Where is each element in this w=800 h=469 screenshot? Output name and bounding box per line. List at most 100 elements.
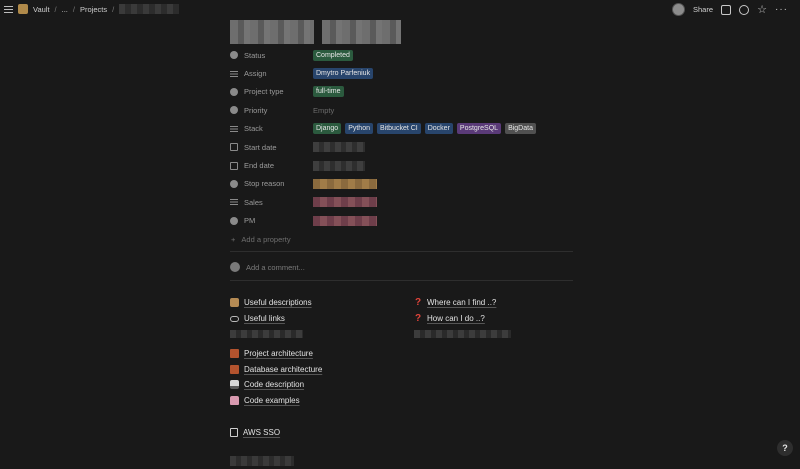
- avatar[interactable]: [671, 3, 685, 16]
- property-label: Stack: [244, 124, 263, 134]
- breadcrumb-separator: /: [112, 4, 115, 14]
- breadcrumb: Vault / ... / Projects /: [18, 4, 180, 14]
- start-date-value[interactable]: [313, 142, 365, 153]
- link-database-architecture[interactable]: Database architecture: [230, 362, 322, 378]
- property-label: Start date: [244, 142, 277, 152]
- status-tag[interactable]: Completed: [313, 49, 353, 61]
- property-sales[interactable]: Sales: [230, 193, 575, 211]
- end-date-value[interactable]: [313, 160, 365, 171]
- breadcrumb-projects[interactable]: Projects: [80, 5, 107, 14]
- link-project-architecture[interactable]: Project architecture: [230, 346, 322, 362]
- top-actions: Share ☆ ···: [671, 3, 788, 16]
- stack-tag[interactable]: Bitbucket CI: [376, 123, 421, 135]
- link-code-description[interactable]: Code description: [230, 377, 322, 393]
- history-icon[interactable]: [739, 4, 749, 15]
- property-label: Priority: [244, 105, 268, 115]
- question-icon: ?: [414, 296, 422, 308]
- add-property-label: Add a property: [241, 235, 291, 245]
- link-how-can-i-do[interactable]: ? How can I do ..?: [414, 311, 511, 328]
- divider: [230, 280, 573, 281]
- property-start-date[interactable]: Start date: [230, 138, 575, 156]
- property-end-date[interactable]: End date: [230, 156, 575, 174]
- priority-empty[interactable]: Empty: [313, 106, 334, 115]
- status-icon: [230, 106, 238, 115]
- link-useful-links[interactable]: Useful links: [230, 311, 312, 328]
- breadcrumb-separator: /: [72, 4, 75, 14]
- share-button[interactable]: Share: [693, 5, 713, 14]
- star-icon[interactable]: ☆: [757, 4, 767, 15]
- calendar-icon: [230, 161, 238, 170]
- property-label: Stop reason: [244, 179, 285, 189]
- redacted-text: [414, 330, 511, 338]
- status-icon: [230, 87, 238, 96]
- breadcrumb-vault[interactable]: Vault: [33, 5, 50, 14]
- book-icon: [230, 297, 239, 307]
- stack-tag[interactable]: BigData: [505, 123, 536, 135]
- computer-icon: [230, 380, 239, 390]
- page-title[interactable]: [230, 20, 401, 44]
- links-right-column: ? Where can I find ..? ? How can I do ..…: [414, 294, 511, 341]
- assignee-tag[interactable]: Dmytro Parfeniuk: [313, 68, 374, 80]
- property-project-type[interactable]: Project type full-time: [230, 83, 575, 101]
- stack-tag[interactable]: PostgreSQL: [456, 123, 502, 135]
- question-icon: ?: [414, 313, 422, 325]
- property-label: Sales: [244, 197, 263, 207]
- breadcrumb-ellipsis[interactable]: ...: [62, 5, 68, 14]
- property-stop-reason[interactable]: Stop reason: [230, 175, 575, 193]
- property-status[interactable]: Status Completed: [230, 46, 575, 64]
- stack-tag[interactable]: Django: [313, 123, 342, 135]
- stop-reason-value[interactable]: [313, 178, 377, 189]
- aws-link-block: AWS SSO: [230, 424, 280, 441]
- link-aws-sso[interactable]: AWS SSO: [230, 424, 280, 441]
- links-left-column: Useful descriptions Useful links: [230, 294, 312, 341]
- breadcrumb-separator: /: [54, 4, 57, 14]
- project-type-tag[interactable]: full-time: [313, 86, 344, 98]
- calendar-icon: [230, 143, 238, 152]
- property-label: Assign: [244, 69, 267, 79]
- list-icon: [230, 198, 238, 206]
- property-label: Project type: [244, 87, 284, 97]
- redacted-text: [230, 330, 303, 338]
- breadcrumb-current-page[interactable]: [119, 4, 180, 14]
- property-assign[interactable]: Assign Dmytro Parfeniuk: [230, 64, 575, 82]
- brick-icon: [230, 349, 239, 359]
- property-pm[interactable]: PM: [230, 212, 575, 230]
- link-where-can-i-find[interactable]: ? Where can I find ..?: [414, 294, 511, 311]
- add-property-button[interactable]: + Add a property: [230, 230, 575, 250]
- redacted-text: [230, 456, 294, 466]
- help-button[interactable]: ?: [777, 440, 793, 456]
- avatar: [230, 262, 240, 272]
- brick-icon: [230, 364, 239, 374]
- divider: [230, 251, 573, 252]
- status-icon: [230, 216, 238, 225]
- link-code-examples[interactable]: Code examples: [230, 393, 322, 409]
- property-label: Status: [244, 50, 266, 60]
- vault-icon: [18, 4, 28, 14]
- stack-tag[interactable]: Docker: [424, 123, 453, 135]
- list-item[interactable]: [414, 327, 511, 341]
- pm-value[interactable]: [313, 215, 377, 226]
- property-label: PM: [244, 216, 256, 226]
- status-icon: [230, 179, 238, 188]
- cake-icon: [230, 395, 239, 405]
- stack-tag[interactable]: Python: [345, 123, 373, 135]
- plus-icon: +: [231, 235, 236, 245]
- status-icon: [230, 51, 238, 60]
- more-icon[interactable]: ···: [775, 4, 788, 15]
- page-icon: [230, 427, 238, 437]
- architecture-links: Project architecture Database architectu…: [230, 346, 322, 408]
- properties-panel: Status Completed Assign Dmytro Parfeniuk…: [230, 46, 575, 250]
- list-icon: [230, 125, 238, 133]
- comment-placeholder: Add a comment...: [246, 262, 305, 272]
- list-icon: [230, 70, 238, 78]
- property-priority[interactable]: Priority Empty: [230, 101, 575, 119]
- comment-input[interactable]: Add a comment...: [230, 262, 305, 272]
- list-item[interactable]: [230, 327, 312, 341]
- menu-icon[interactable]: [4, 5, 13, 14]
- link-icon: [230, 315, 239, 322]
- property-label: End date: [244, 161, 275, 171]
- property-stack[interactable]: Stack Django Python Bitbucket CI Docker …: [230, 120, 575, 138]
- sales-value[interactable]: [313, 197, 377, 208]
- comment-icon[interactable]: [721, 4, 731, 15]
- link-useful-descriptions[interactable]: Useful descriptions: [230, 294, 312, 311]
